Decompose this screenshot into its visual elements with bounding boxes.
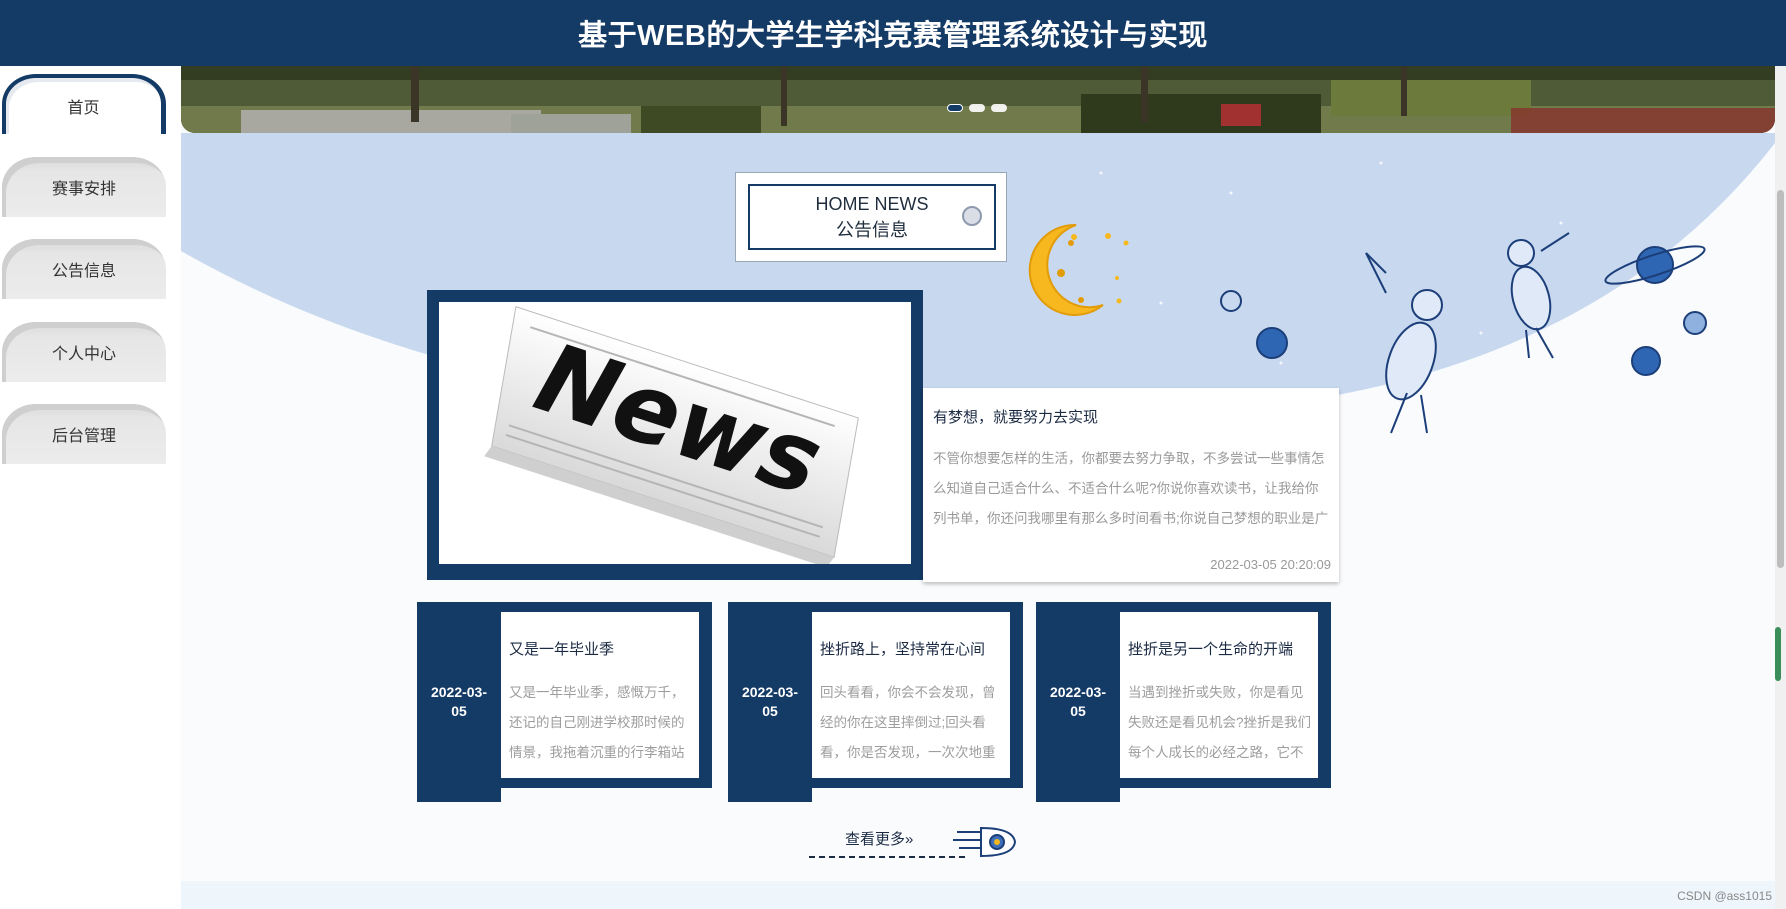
sidebar: 首页 赛事安排 公告信息 个人中心 后台管理 <box>0 66 181 909</box>
news-date: 2022-03- 05 <box>1036 602 1120 802</box>
featured-news-date: 2022-03-05 20:20:09 <box>1210 557 1331 572</box>
banner-carousel[interactable] <box>181 66 1775 133</box>
news-title[interactable]: 又是一年毕业季 <box>509 638 614 659</box>
news-summary: 回头看看，你会不会发现，曾经的你在这里摔倒过;回头看看，你是否发现，一次次地重复… <box>820 685 996 760</box>
page-title: 基于WEB的大学生学科竞赛管理系统设计与实现 <box>578 20 1208 52</box>
news-title[interactable]: 挫折路上，坚持常在心间 <box>820 638 985 659</box>
view-more-link[interactable]: 查看更多» <box>845 828 913 849</box>
knob-icon <box>962 206 982 226</box>
sidebar-item-label: 首页 <box>67 100 100 117</box>
divider <box>809 856 965 858</box>
featured-image-frame[interactable]: News <box>427 290 923 580</box>
news-summary: 又是一年毕业季，感慨万千，还记的自己刚进学校那时候的情景，我拖着沉重的行李箱站在… <box>509 685 685 760</box>
news-date: 2022-03- 05 <box>417 602 501 802</box>
featured-news-card[interactable]: 有梦想，就要努力去实现 不管你想要怎样的生活，你都要去努力争取，不多尝试一些事情… <box>923 388 1339 582</box>
sidebar-item-label: 公告信息 <box>51 263 116 280</box>
sidebar-item-profile[interactable]: 个人中心 <box>2 322 166 382</box>
planet-icon <box>1220 290 1242 312</box>
planet-icon <box>1631 346 1661 376</box>
sidebar-item-announcements[interactable]: 公告信息 <box>2 239 166 299</box>
sidebar-item-admin[interactable]: 后台管理 <box>2 404 166 464</box>
news-summary: 当遇到挫折或失败，你是看见失败还是看见机会?挫折是我们每个人成长的必经之路，它不… <box>1128 685 1312 760</box>
sidebar-item-label: 后台管理 <box>51 428 116 445</box>
featured-image: News <box>439 302 911 564</box>
news-date: 2022-03- 05 <box>728 602 812 802</box>
watermark: CSDN @ass1015 <box>1677 889 1772 903</box>
featured-news-summary: 不管你想要怎样的生活，你都要去努力争取，不多尝试一些事情怎么知道自己适合什么、不… <box>933 451 1329 526</box>
carousel-dots <box>947 104 1007 112</box>
footer-strip <box>181 881 1775 909</box>
scrollbar[interactable] <box>1775 66 1786 909</box>
section-title-en: HOME NEWS <box>815 194 929 214</box>
main-content: HOME NEWS 公告信息 News 有梦想，就要努力去实现 不管你想要怎样的… <box>181 66 1775 909</box>
scrollbar-thumb[interactable] <box>1777 190 1784 568</box>
app-header: 基于WEB的大学生学科竞赛管理系统设计与实现 <box>0 0 1786 66</box>
carousel-dot[interactable] <box>969 104 985 112</box>
planet-icon <box>1683 311 1707 335</box>
news-title[interactable]: 挫折是另一个生命的开端 <box>1128 638 1293 659</box>
news-card[interactable]: 2022-03- 05 挫折是另一个生命的开端 当遇到挫折或失败，你是看见失败还是… <box>1036 602 1331 802</box>
carousel-dot[interactable] <box>991 104 1007 112</box>
sidebar-item-label: 赛事安排 <box>51 181 116 198</box>
section-title-cn: 公告信息 <box>836 220 908 240</box>
planet-icon <box>1256 327 1288 359</box>
rocket-icon <box>953 826 1017 858</box>
sidebar-item-schedule[interactable]: 赛事安排 <box>2 157 166 217</box>
banner-image <box>181 66 1775 133</box>
sidebar-item-label: 个人中心 <box>51 346 116 363</box>
side-tab-icon[interactable] <box>1775 627 1781 681</box>
sidebar-item-home[interactable]: 首页 <box>2 74 166 134</box>
news-card[interactable]: 2022-03- 05 又是一年毕业季 又是一年毕业季，感慨万千，还记的自己刚进学… <box>417 602 712 802</box>
featured-news-title[interactable]: 有梦想，就要努力去实现 <box>933 406 1098 427</box>
news-card[interactable]: 2022-03- 05 挫折路上，坚持常在心间 回头看看，你会不会发现，曾经的你在… <box>728 602 1023 802</box>
carousel-dot[interactable] <box>947 104 963 112</box>
